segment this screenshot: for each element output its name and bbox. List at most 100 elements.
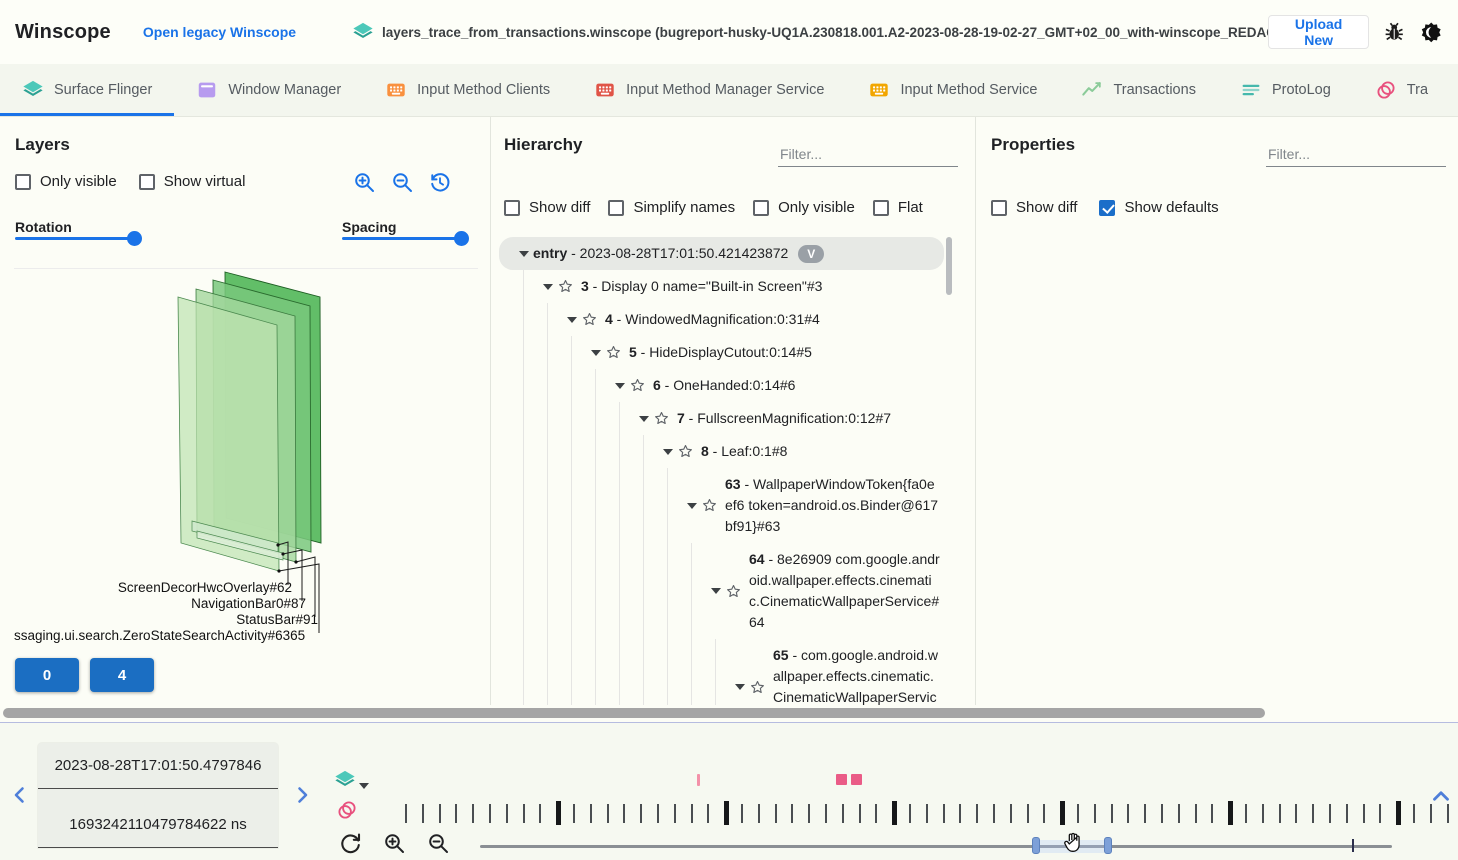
previous-entry-icon[interactable] xyxy=(8,783,32,807)
layer-id-button-0[interactable]: 0 xyxy=(15,658,79,692)
timeline-tick[interactable] xyxy=(909,804,911,823)
checkbox-unchecked-icon[interactable] xyxy=(873,200,889,216)
rotation-slider[interactable] xyxy=(15,237,135,240)
upload-new-button[interactable]: Upload New xyxy=(1268,15,1369,49)
timeline-tick[interactable] xyxy=(1312,804,1314,823)
slider-handle-right[interactable] xyxy=(1104,837,1112,854)
active-trace-selector[interactable] xyxy=(334,769,369,791)
horizontal-scrollbar[interactable] xyxy=(3,708,1265,718)
tab-transactions[interactable]: Transactions xyxy=(1059,64,1217,116)
pin-star-icon[interactable] xyxy=(629,377,653,394)
zoom-out-icon[interactable] xyxy=(390,170,414,194)
collapse-caret-icon[interactable] xyxy=(563,317,581,323)
timeline-tick[interactable] xyxy=(808,804,810,823)
timeline-tick[interactable] xyxy=(758,804,760,823)
timeline-tick[interactable] xyxy=(523,804,525,823)
tab-surface-flinger[interactable]: Surface Flinger xyxy=(0,64,174,116)
tree-node-4[interactable]: 4 - WindowedMagnification:0:31#4 xyxy=(499,303,944,336)
slider-track[interactable] xyxy=(480,845,1392,848)
spacing-slider[interactable] xyxy=(342,237,462,240)
timeline-tick[interactable] xyxy=(1295,804,1297,823)
timeline-tick[interactable] xyxy=(741,804,743,823)
spacing-slider-thumb[interactable] xyxy=(454,231,469,246)
timeline-tick[interactable] xyxy=(623,804,625,823)
timeline-tick[interactable] xyxy=(959,804,961,823)
timeline-tick-major[interactable] xyxy=(1060,801,1065,825)
checkbox-simplify-names[interactable]: Simplify names xyxy=(608,199,735,216)
timeline-tick[interactable] xyxy=(707,804,709,823)
timeline-zoom-in-icon[interactable] xyxy=(382,831,406,855)
collapse-caret-icon[interactable] xyxy=(635,416,653,422)
collapse-caret-icon[interactable] xyxy=(611,383,629,389)
checkbox-unchecked-icon[interactable] xyxy=(991,200,1007,216)
collapse-caret-icon[interactable] xyxy=(515,251,533,257)
checkbox-unchecked-icon[interactable] xyxy=(15,174,31,190)
checkbox-show-defaults[interactable]: Show defaults xyxy=(1099,199,1218,216)
pin-star-icon[interactable] xyxy=(605,344,629,361)
next-entry-icon[interactable] xyxy=(290,783,314,807)
timeline-tick[interactable] xyxy=(993,804,995,823)
checkbox-checked-icon[interactable] xyxy=(1099,200,1115,216)
timeline-tick[interactable] xyxy=(1379,804,1381,823)
tree-node-8[interactable]: 8 - Leaf:0:1#8 xyxy=(499,435,944,468)
pin-star-icon[interactable] xyxy=(725,583,749,600)
timeline-tick[interactable] xyxy=(1094,804,1096,823)
tab-input-method-clients[interactable]: Input Method Clients xyxy=(363,64,572,116)
pin-star-icon[interactable] xyxy=(557,278,581,295)
timeline-tick[interactable] xyxy=(1346,804,1348,823)
open-legacy-winscope-link[interactable]: Open legacy Winscope xyxy=(143,24,296,40)
pin-star-icon[interactable] xyxy=(653,410,677,427)
timeline-tick[interactable] xyxy=(1161,804,1163,823)
timeline-tick[interactable] xyxy=(926,804,928,823)
tree-node-64[interactable]: 64 - 8e26909 com.google.android.wallpape… xyxy=(499,543,944,639)
collapse-caret-icon[interactable] xyxy=(731,684,749,690)
tree-node-5[interactable]: 5 - HideDisplayCutout:0:14#5 xyxy=(499,336,944,369)
reset-zoom-icon[interactable] xyxy=(338,831,362,855)
checkbox-show-virtual[interactable]: Show virtual xyxy=(139,173,246,190)
timeline-tick-major[interactable] xyxy=(556,801,561,825)
tree-node-3[interactable]: 3 - Display 0 name="Built-in Screen"#3 xyxy=(499,270,944,303)
timeline-tick[interactable] xyxy=(455,804,457,823)
checkbox-unchecked-icon[interactable] xyxy=(139,174,155,190)
checkbox-unchecked-icon[interactable] xyxy=(608,200,624,216)
timeline-tick[interactable] xyxy=(439,804,441,823)
timeline-tick-major[interactable] xyxy=(1228,801,1233,825)
timeline-tick[interactable] xyxy=(1043,804,1045,823)
timeline-tick[interactable] xyxy=(489,804,491,823)
collapse-caret-icon[interactable] xyxy=(683,503,701,509)
tree-node-65[interactable]: 65 - com.google.android.wallpaper.effect… xyxy=(499,639,944,705)
timeline-tick[interactable] xyxy=(1329,804,1331,823)
timeline-tick[interactable] xyxy=(640,804,642,823)
checkbox-flat[interactable]: Flat xyxy=(873,199,923,216)
timeline-tick[interactable] xyxy=(573,804,575,823)
hierarchy-filter-input[interactable] xyxy=(778,142,958,167)
timeline-tick[interactable] xyxy=(875,804,877,823)
timeline-tick-major[interactable] xyxy=(724,801,729,825)
timeline-tick[interactable] xyxy=(1211,804,1213,823)
collapse-caret-icon[interactable] xyxy=(539,284,557,290)
timeline-tick[interactable] xyxy=(590,804,592,823)
timeline-tick-major[interactable] xyxy=(892,801,897,825)
timeline-tick[interactable] xyxy=(1127,804,1129,823)
timeline-tick[interactable] xyxy=(1195,804,1197,823)
pin-star-icon[interactable] xyxy=(701,497,725,514)
timeline-tick[interactable] xyxy=(691,804,693,823)
timeline-tick-major[interactable] xyxy=(1396,801,1401,825)
collapse-caret-icon[interactable] xyxy=(659,449,677,455)
timeline-tick[interactable] xyxy=(1010,804,1012,823)
checkbox-unchecked-icon[interactable] xyxy=(753,200,769,216)
tab-window-manager[interactable]: Window Manager xyxy=(174,64,363,116)
timeline-tick[interactable] xyxy=(1111,804,1113,823)
ns-time-input[interactable] xyxy=(38,802,278,848)
human-time-input[interactable] xyxy=(38,743,278,789)
tree-node-6[interactable]: 6 - OneHanded:0:14#6 xyxy=(499,369,944,402)
timeline-tick[interactable] xyxy=(791,804,793,823)
timeline-tick[interactable] xyxy=(607,804,609,823)
tab-protolog[interactable]: ProtoLog xyxy=(1218,64,1353,116)
timeline-tick[interactable] xyxy=(506,804,508,823)
checkbox-only-visible[interactable]: Only visible xyxy=(753,199,855,216)
timeline-tick[interactable] xyxy=(943,804,945,823)
layer-id-button-4[interactable]: 4 xyxy=(90,658,154,692)
collapse-caret-icon[interactable] xyxy=(587,350,605,356)
timeline-tick[interactable] xyxy=(1279,804,1281,823)
